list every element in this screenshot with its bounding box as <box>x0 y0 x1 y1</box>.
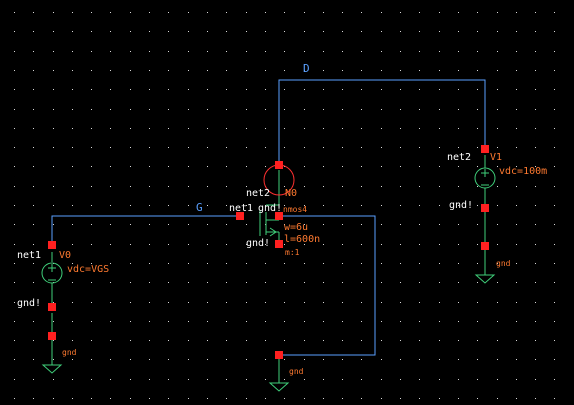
v0-minus-net-label: gnd! <box>17 298 41 309</box>
v0-ground-label: gnd <box>62 348 77 357</box>
transistor-gate-net-label: net1 <box>229 203 253 214</box>
ground-center[interactable] <box>268 358 290 392</box>
voltage-source-v0[interactable] <box>41 252 63 374</box>
transistor-model-label: nmos4 <box>283 205 307 214</box>
transistor-bulk-net-label: gnd! <box>258 203 282 214</box>
wire-gate[interactable] <box>51 215 240 245</box>
v1-instance-name: V1 <box>490 152 502 163</box>
transistor-source-net-label: gnd! <box>246 238 270 249</box>
transistor-multiplier-label: m:1 <box>285 248 300 257</box>
transistor-drain-net-label: net2 <box>246 188 270 199</box>
wire-label-g: G <box>196 201 203 214</box>
transistor-length-label: l=600n <box>284 234 320 245</box>
center-ground-label: gnd <box>289 367 304 376</box>
v1-value-label: vdc=100m <box>499 166 547 177</box>
v1-minus-net-label: gnd! <box>449 200 473 211</box>
v0-value-label: vdc=VGS <box>67 264 109 275</box>
v0-instance-name: V0 <box>59 250 71 261</box>
transistor-width-label: w=6u <box>284 222 308 233</box>
schematic-drawing: D G net2 N0 net1 gnd! nmos4 w=6u gnd! l=… <box>17 62 547 392</box>
v1-plus-net-label: net2 <box>447 152 471 163</box>
transistor-instance-name: N0 <box>285 188 297 199</box>
wire-label-d: D <box>303 62 310 75</box>
pins[interactable] <box>48 145 489 359</box>
v0-plus-net-label: net1 <box>17 250 41 261</box>
v1-ground-label: gnd <box>496 259 511 268</box>
voltage-source-v1[interactable] <box>474 155 496 284</box>
schematic-canvas[interactable]: D G net2 N0 net1 gnd! nmos4 w=6u gnd! l=… <box>0 0 574 405</box>
